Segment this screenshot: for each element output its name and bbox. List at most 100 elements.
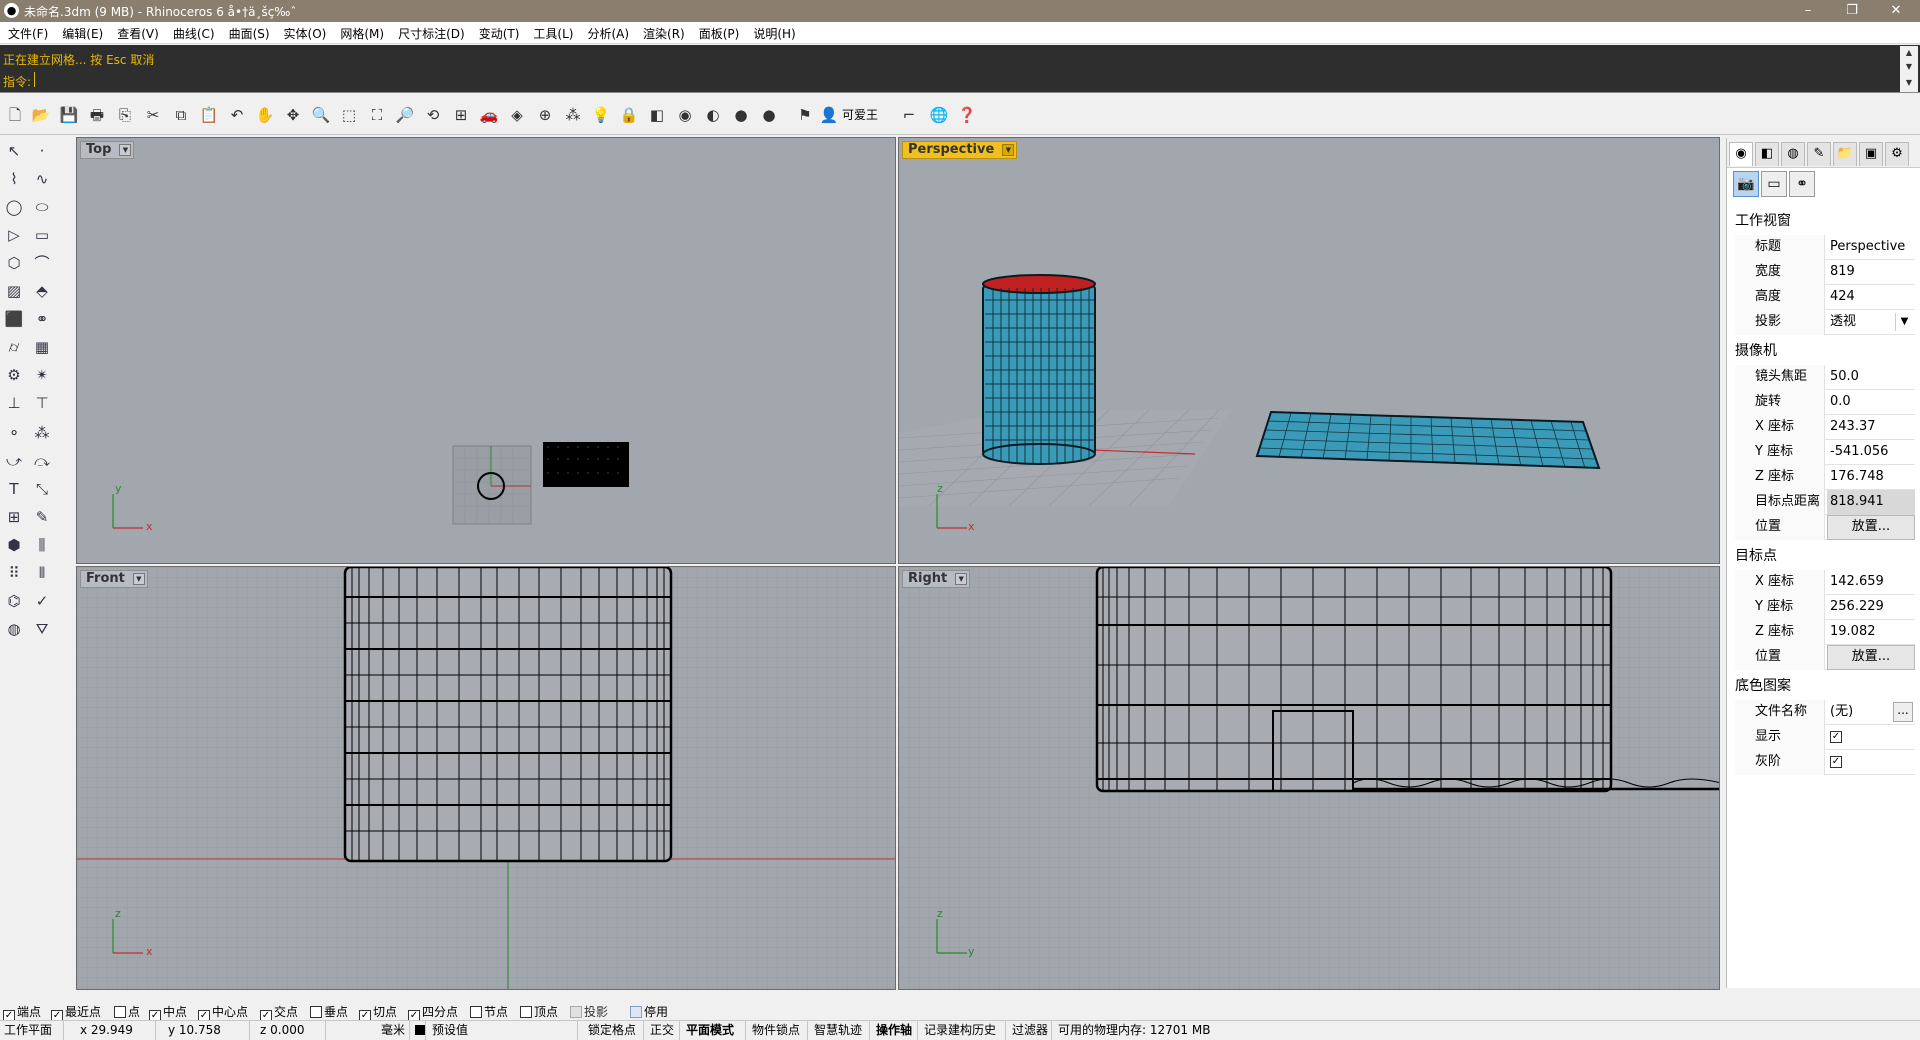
- grayscale-checkbox[interactable]: ✓: [1830, 755, 1842, 768]
- show-checkbox[interactable]: ✓: [1830, 730, 1842, 743]
- menu-surface[interactable]: 曲面(S): [221, 22, 276, 43]
- viewport-tab-perspective[interactable]: Perspective ▼: [902, 141, 1018, 159]
- camera-z-value[interactable]: 176.748: [1827, 465, 1915, 490]
- four-viewports-icon[interactable]: ⊞: [450, 104, 472, 126]
- copy-icon[interactable]: ⧉: [170, 104, 192, 126]
- osnap-vertex[interactable]: 顶点: [520, 1003, 558, 1020]
- car-icon[interactable]: 🚗: [478, 104, 500, 126]
- menu-edit[interactable]: 编辑(E): [54, 22, 109, 43]
- globe-icon[interactable]: 🌐: [928, 104, 950, 126]
- grid-array-icon[interactable]: ⠿: [3, 562, 25, 584]
- trim-icon[interactable]: ⊥: [3, 392, 25, 414]
- camera-icon[interactable]: 📷: [1733, 171, 1759, 197]
- camera-place-button[interactable]: 放置...: [1827, 515, 1915, 540]
- target-x-value[interactable]: 142.659: [1827, 570, 1915, 595]
- status-layer[interactable]: 预设值: [428, 1021, 578, 1040]
- grid-snap-icon[interactable]: ⁂: [562, 104, 584, 126]
- rotate-view-icon[interactable]: ⟲: [422, 104, 444, 126]
- link-icon[interactable]: ⚭: [1789, 171, 1815, 197]
- freeform-icon[interactable]: ⬡: [3, 252, 25, 274]
- restore-button[interactable]: ❐: [1830, 0, 1874, 22]
- material-sphere-icon[interactable]: ●: [758, 104, 780, 126]
- viewport-right[interactable]: z y Right ▼: [898, 566, 1720, 990]
- box-icon[interactable]: ⬛: [3, 308, 25, 330]
- help-icon[interactable]: ❓: [956, 104, 978, 126]
- move-view-icon[interactable]: ✥: [282, 104, 304, 126]
- camera-y-value[interactable]: -541.056: [1827, 440, 1915, 465]
- color-wheel-icon[interactable]: ◉: [674, 104, 696, 126]
- boolean-icon[interactable]: ⚭: [31, 308, 53, 330]
- paste-icon[interactable]: 📋: [198, 104, 220, 126]
- point-icon[interactable]: ·: [31, 140, 53, 162]
- osnap-perp[interactable]: 垂点: [310, 1003, 348, 1020]
- menu-tools[interactable]: 工具(L): [525, 22, 579, 43]
- menu-curve[interactable]: 曲线(C): [165, 22, 221, 43]
- status-ortho[interactable]: 正交: [646, 1021, 680, 1040]
- camera-x-value[interactable]: 243.37: [1827, 415, 1915, 440]
- comb-icon[interactable]: ⫼: [31, 534, 53, 556]
- menu-file[interactable]: 文件(F): [0, 22, 54, 43]
- status-gumball[interactable]: 操作轴: [872, 1021, 918, 1040]
- explode-icon[interactable]: ✴: [31, 364, 53, 386]
- command-input[interactable]: [34, 72, 35, 87]
- undo-icon[interactable]: ↶: [226, 104, 248, 126]
- split-icon[interactable]: ⊤: [31, 392, 53, 414]
- viewport-menu-icon[interactable]: ▼: [1002, 144, 1015, 156]
- browse-button[interactable]: ...: [1893, 702, 1913, 722]
- scroll-up-icon[interactable]: ▲: [1900, 48, 1918, 57]
- status-grid-snap[interactable]: 锁定格点: [584, 1021, 644, 1040]
- rotation-value[interactable]: 0.0: [1827, 390, 1915, 415]
- layer-icon[interactable]: ◧: [646, 104, 668, 126]
- viewport-tab-front[interactable]: Front ▼: [80, 570, 148, 588]
- brush-tab-icon[interactable]: ✎: [1807, 142, 1831, 166]
- user-avatar-icon[interactable]: 👤: [818, 104, 840, 126]
- status-osnap[interactable]: 物件锁点: [748, 1021, 808, 1040]
- target-z-value[interactable]: 19.082: [1827, 620, 1915, 645]
- osnap-point[interactable]: 点: [114, 1003, 140, 1020]
- menu-analyze[interactable]: 分析(A): [579, 22, 635, 43]
- flag-icon[interactable]: ⚑: [794, 104, 816, 126]
- osnap-project-checkbox[interactable]: [570, 1006, 582, 1018]
- minimize-button[interactable]: –: [1786, 0, 1830, 22]
- offset-icon[interactable]: ⤻: [3, 450, 25, 472]
- viewport-menu-icon[interactable]: ▼: [119, 144, 132, 156]
- group-icon[interactable]: ⁂: [31, 422, 53, 444]
- help-tab-icon[interactable]: ⚙: [1885, 142, 1909, 166]
- render-tab-icon[interactable]: ▣: [1859, 142, 1883, 166]
- viewport-tab-top[interactable]: Top ▼: [80, 141, 135, 159]
- dimension-icon[interactable]: ⤡: [31, 478, 53, 500]
- edit-icon[interactable]: ✎: [31, 506, 53, 528]
- target-y-value[interactable]: 256.229: [1827, 595, 1915, 620]
- solid-box-icon[interactable]: ⬢: [3, 534, 25, 556]
- render-icon[interactable]: ◍: [3, 618, 25, 640]
- extrude-icon[interactable]: ⬘: [31, 280, 53, 302]
- close-button[interactable]: ✕: [1874, 0, 1918, 22]
- rectangle-icon[interactable]: ▭: [31, 224, 53, 246]
- print-icon[interactable]: 🖶: [86, 104, 108, 126]
- osnap-knot-checkbox[interactable]: [470, 1006, 482, 1018]
- osnap-knot[interactable]: 节点: [470, 1003, 508, 1020]
- osnap-vertex-checkbox[interactable]: [520, 1006, 532, 1018]
- viewport-top[interactable]: y x Top ▼: [76, 137, 896, 564]
- osnap-project[interactable]: 投影: [570, 1003, 608, 1020]
- array-icon[interactable]: ⊞: [3, 506, 25, 528]
- paint-icon[interactable]: ⛛: [31, 618, 53, 640]
- menu-mesh[interactable]: 网格(M): [332, 22, 390, 43]
- pan-hand-icon[interactable]: ✋: [254, 104, 276, 126]
- fillet-icon[interactable]: ⤼: [31, 450, 53, 472]
- join-icon[interactable]: ⚬: [3, 422, 25, 444]
- cplane-origin-icon[interactable]: ⊕: [534, 104, 556, 126]
- shade-sphere-icon[interactable]: ◐: [702, 104, 724, 126]
- new-file-icon[interactable]: 🗋: [4, 104, 26, 126]
- menu-render[interactable]: 渲染(R): [635, 22, 691, 43]
- polygon-icon[interactable]: ▷: [3, 224, 25, 246]
- lens-value[interactable]: 50.0: [1827, 365, 1915, 390]
- check-icon[interactable]: ✓: [31, 590, 53, 612]
- circle-icon[interactable]: ◯: [3, 196, 25, 218]
- osnap-disable[interactable]: 停用: [630, 1003, 668, 1020]
- viewport-menu-icon[interactable]: ▼: [132, 573, 145, 585]
- menu-help[interactable]: 说明(H): [745, 22, 801, 43]
- viewport-tab-right[interactable]: Right ▼: [902, 570, 971, 588]
- mesh-icon[interactable]: ▦: [31, 336, 53, 358]
- render-sphere-icon[interactable]: ●: [730, 104, 752, 126]
